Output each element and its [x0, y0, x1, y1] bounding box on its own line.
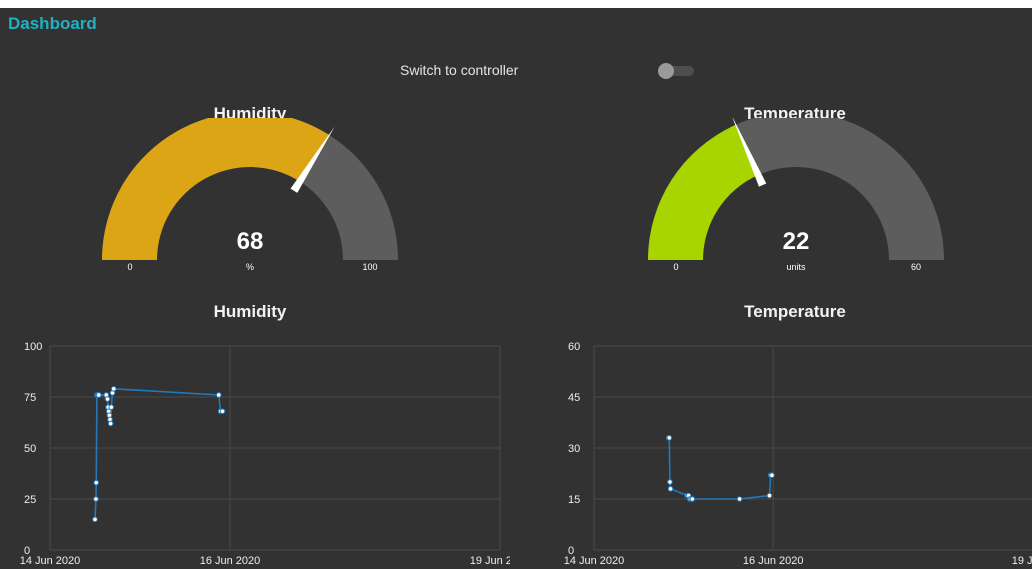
temperature-chart-xtick-label: 16 Jun 2020 — [743, 555, 804, 567]
dashboard-canvas: Dashboard Switch to controller Humidity … — [0, 8, 1032, 569]
humidity-chart-data-point — [93, 496, 99, 502]
humidity-chart: 025507510014 Jun 2020 16 Jun 2020 19 Jun 2… — [20, 341, 510, 567]
humidity-chart-series-line — [94, 388, 223, 520]
temperature-gauge-units: units — [786, 262, 806, 272]
dashboard-title: Dashboard — [8, 14, 97, 33]
temperature-chart-data-point — [666, 435, 673, 441]
humidity-chart-ytick-label: 75 — [24, 392, 36, 404]
humidity-gauge-units: % — [245, 262, 254, 272]
humidity-chart-data-point — [104, 396, 111, 402]
temperature-chart: 01530456014 Jun 202016 Jun 202019 Jun 20… — [564, 341, 1032, 567]
humidity-chart-data-point — [108, 404, 115, 410]
temperature-chart-ytick-label: 60 — [568, 341, 580, 353]
switch-label: Switch to controller — [400, 62, 519, 78]
temperature-chart-data-point — [689, 496, 696, 502]
humidity-chart-xtick-label: 16 Jun 2020 — [200, 555, 261, 567]
humidity-chart-data-point — [215, 392, 222, 398]
controller-toggle[interactable] — [658, 63, 694, 79]
humidity-chart-ytick-label: 25 — [24, 494, 36, 506]
humidity-gauge-value: 68 — [236, 228, 264, 255]
temperature-chart-ytick-label: 45 — [568, 392, 580, 404]
humidity-chart-title: Humidity — [213, 302, 287, 321]
humidity-gauge-min: 0 — [127, 262, 133, 272]
temperature-chart-ytick-label: 15 — [568, 494, 580, 506]
humidity-chart-data-point — [93, 479, 100, 486]
temperature-chart-xtick-label: 14 Jun 2020 — [564, 555, 625, 567]
humidity-chart-ytick-label: 100 — [24, 341, 42, 353]
humidity-gauge-max: 100 — [362, 262, 378, 272]
humidity-chart-xtick-label: 14 Jun 2020 — [20, 555, 81, 567]
temperature-chart-data-point — [766, 492, 773, 499]
humidity-chart-data-point — [107, 420, 114, 427]
temperature-chart-xtick-label: 19 Jun 2020 — [1012, 555, 1032, 567]
toggle-knob — [658, 63, 674, 79]
temperature-gauge-max: 60 — [910, 262, 921, 272]
temperature-chart-data-point — [769, 472, 775, 478]
temperature-gauge-value: 22 — [782, 228, 810, 255]
humidity-chart-ytick-label: 50 — [24, 443, 36, 455]
humidity-chart-data-point — [95, 392, 102, 398]
temperature-gauge-min: 0 — [673, 262, 679, 272]
temperature-chart-data-point — [667, 479, 673, 485]
humidity-chart-data-point — [92, 516, 98, 523]
temperature-chart-series-line — [668, 437, 772, 500]
temperature-chart-ytick-label: 30 — [568, 443, 580, 455]
humidity-chart-data-point — [110, 386, 117, 392]
temperature-chart-data-point — [667, 486, 674, 492]
temperature-chart-title: Temperature — [744, 302, 846, 321]
temperature-gauge-fill — [648, 124, 759, 260]
temperature-chart-data-point — [736, 496, 743, 502]
humidity-chart-xtick-label: 19 Jun 2020 — [470, 555, 510, 567]
humidity-chart-data-point — [219, 408, 226, 415]
